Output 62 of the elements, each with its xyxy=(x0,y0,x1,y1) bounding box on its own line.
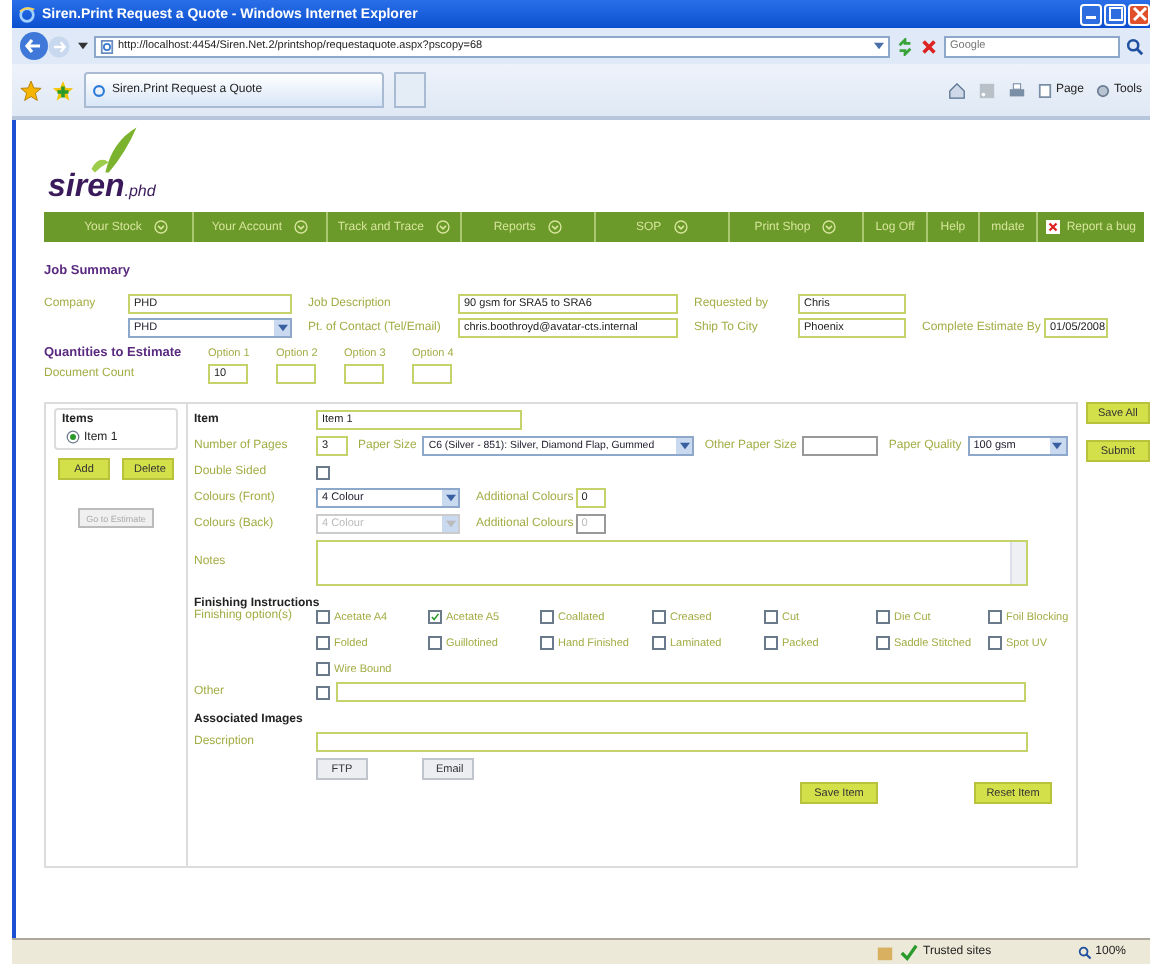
dropdown-arrow-icon xyxy=(277,324,287,332)
zoom-icon xyxy=(1077,945,1092,959)
quantity-field[interactable] xyxy=(412,364,452,384)
checkbox[interactable] xyxy=(652,636,666,650)
description-field[interactable] xyxy=(316,732,1028,752)
close-icon xyxy=(1131,6,1147,22)
checkbox[interactable] xyxy=(316,636,330,650)
checkbox[interactable] xyxy=(876,636,890,650)
chevron-icon xyxy=(673,220,688,234)
checkbox[interactable] xyxy=(316,465,330,479)
caret-icon[interactable] xyxy=(78,42,88,50)
checkbox[interactable] xyxy=(764,610,778,624)
checkbox[interactable] xyxy=(988,636,1002,650)
refresh-icon[interactable] xyxy=(896,37,914,55)
checkbox[interactable] xyxy=(876,610,890,624)
chevron-icon xyxy=(822,220,837,234)
browser-logo-icon xyxy=(92,83,106,97)
close-button[interactable] xyxy=(1128,3,1150,25)
checkmark-icon xyxy=(899,943,918,961)
home-icon[interactable] xyxy=(947,81,966,99)
checkbox[interactable] xyxy=(540,610,554,624)
browser-logo-icon xyxy=(18,5,36,23)
quantity-field[interactable] xyxy=(276,364,316,384)
page-icon xyxy=(1037,83,1052,97)
dropdown-arrow-icon xyxy=(445,520,455,528)
page-icon xyxy=(100,39,114,53)
chevron-icon xyxy=(435,220,450,234)
checkbox[interactable] xyxy=(316,610,330,624)
checkbox[interactable] xyxy=(652,610,666,624)
quantity-field[interactable] xyxy=(344,364,384,384)
print-icon[interactable] xyxy=(1007,81,1026,99)
notes-field[interactable] xyxy=(316,540,1028,586)
logo-suffix: .phd xyxy=(124,180,156,204)
checkbox[interactable] xyxy=(428,610,442,624)
back-button[interactable] xyxy=(18,30,50,62)
add-favorite-icon[interactable] xyxy=(52,79,74,101)
favorites-star-icon[interactable] xyxy=(20,79,42,101)
dropdown-arrow-icon xyxy=(679,442,690,450)
chevron-icon xyxy=(153,220,168,234)
checkbox[interactable] xyxy=(988,610,1002,624)
dropdown-icon xyxy=(874,42,884,50)
checkbox[interactable] xyxy=(316,685,330,699)
chevron-icon xyxy=(294,220,308,234)
checkbox[interactable] xyxy=(316,662,330,676)
dropdown-arrow-icon xyxy=(1052,442,1063,450)
leaf-logo-icon xyxy=(88,124,140,176)
error-icon xyxy=(1046,220,1061,234)
other-size-field[interactable] xyxy=(802,436,879,456)
maximize-button[interactable] xyxy=(1104,3,1126,25)
logo-text: siren xyxy=(48,172,125,204)
stop-icon[interactable] xyxy=(920,37,938,55)
chevron-icon xyxy=(547,220,562,234)
other-field[interactable] xyxy=(336,682,1026,702)
maximize-icon xyxy=(1107,6,1123,22)
search-icon[interactable] xyxy=(1126,37,1144,55)
radio-button[interactable] xyxy=(66,430,80,444)
scrollbar[interactable] xyxy=(1010,542,1026,584)
checkbox[interactable] xyxy=(428,636,442,650)
checkbox[interactable] xyxy=(764,636,778,650)
minimize-button[interactable] xyxy=(1080,3,1102,25)
dropdown-arrow-icon xyxy=(445,494,455,502)
checkbox[interactable] xyxy=(540,636,554,650)
